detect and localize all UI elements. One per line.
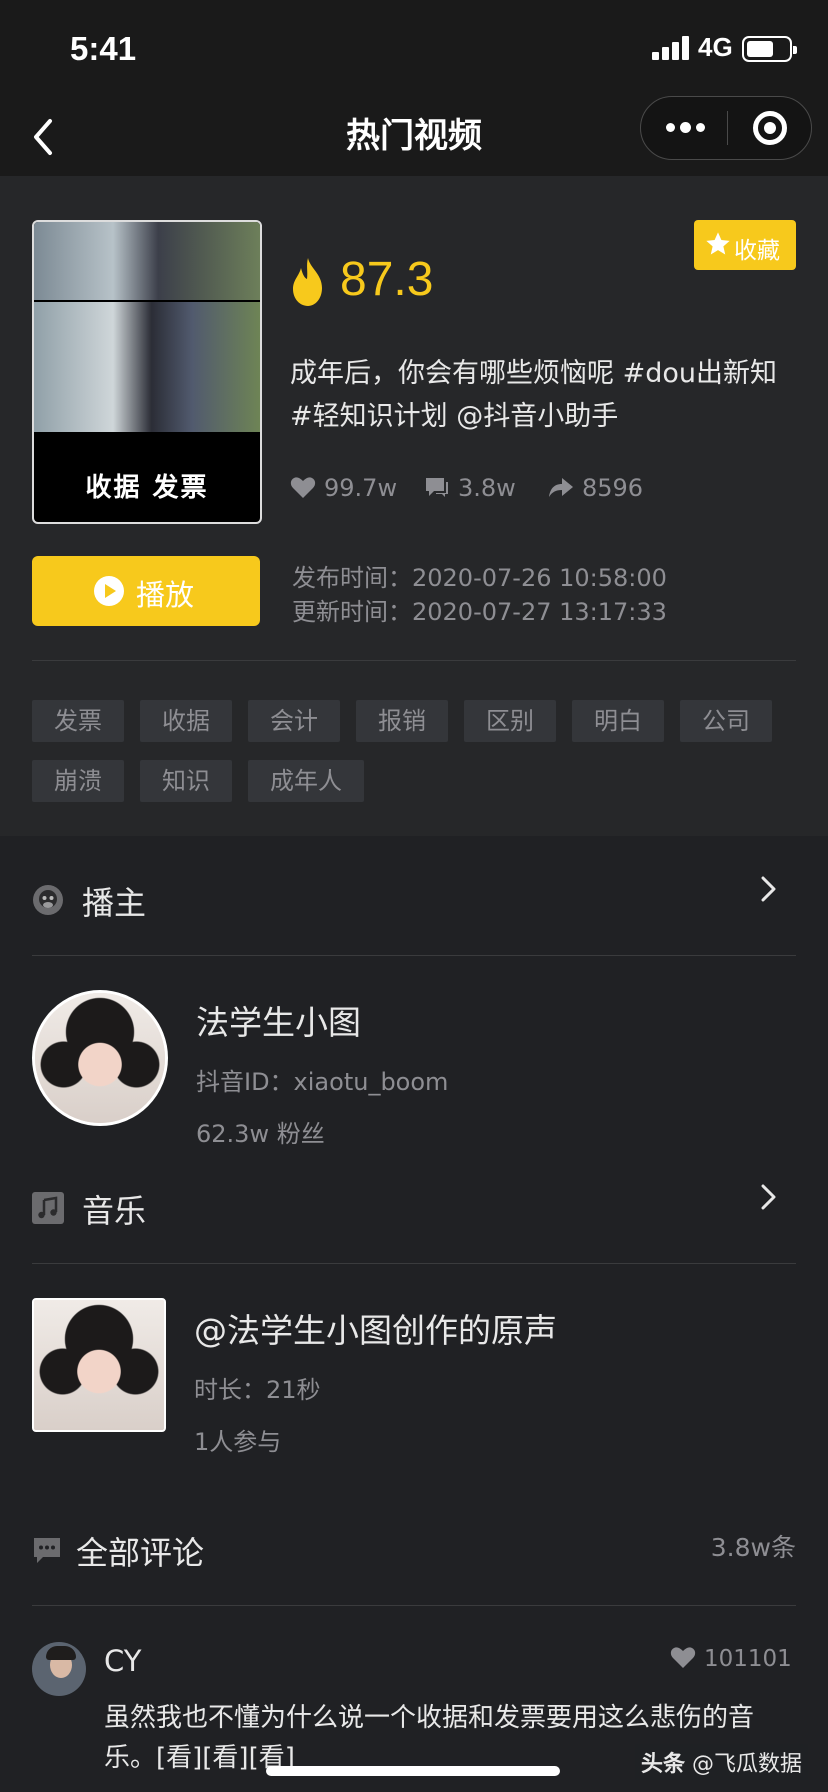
comments-total: 3.8w条 xyxy=(710,1533,796,1562)
tag[interactable]: 区别 xyxy=(464,700,556,742)
tag[interactable]: 明白 xyxy=(572,700,664,742)
heat-score: 87.3 xyxy=(340,253,434,306)
comment-icon xyxy=(426,478,448,497)
host-avatar[interactable] xyxy=(32,990,168,1126)
comments-stat: 3.8w xyxy=(424,468,534,508)
host-name[interactable]: 法学生小图 xyxy=(196,996,361,1044)
watermark-account: @飞瓜数据 xyxy=(691,1752,802,1777)
commenter-avatar[interactable] xyxy=(32,1642,86,1696)
comment-bubble-icon xyxy=(34,1538,60,1563)
heart-icon xyxy=(290,477,316,498)
monkey-icon xyxy=(33,885,63,915)
music-duration: 时长：21秒 xyxy=(194,1376,321,1404)
chevron-right-icon[interactable] xyxy=(758,1180,780,1214)
star-icon xyxy=(706,232,730,255)
publish-time-row: 发布时间：2020-07-26 10:58:00 xyxy=(292,558,667,593)
video-thumbnail[interactable]: 收据 发票 xyxy=(32,220,262,524)
divider xyxy=(32,1605,796,1606)
tag[interactable]: 报销 xyxy=(356,700,448,742)
battery-icon xyxy=(742,36,797,62)
host-section-title: 播主 xyxy=(82,884,147,922)
divider xyxy=(32,1263,796,1264)
play-label: 播放 xyxy=(136,578,195,612)
play-button[interactable]: 播放 xyxy=(32,556,260,626)
music-cover[interactable] xyxy=(32,1298,166,1432)
music-participants: 1人参与 xyxy=(194,1428,282,1456)
music-section-title: 音乐 xyxy=(82,1192,147,1230)
video-card: 收据 发票 收藏 87.3 成年后，你会有哪些烦恼呢 #dou出新知 #轻知识计… xyxy=(0,176,828,836)
host-followers: 62.3w 粉丝 xyxy=(196,1120,325,1148)
likes-count: 99.7w xyxy=(324,474,398,502)
commenter-name[interactable]: CY xyxy=(104,1644,141,1678)
favorite-button[interactable]: 收藏 xyxy=(694,220,796,270)
status-bar: 5:41 4G xyxy=(0,0,828,96)
thumbnail-caption: 收据 发票 xyxy=(85,473,209,503)
close-miniprogram-button[interactable] xyxy=(727,97,813,159)
update-time-row: 更新时间：2020-07-27 13:17:33 xyxy=(292,592,667,627)
mini-program-capsule xyxy=(640,96,812,160)
more-button[interactable] xyxy=(641,97,727,159)
host-douyin-id: 抖音ID：xiaotu_boom xyxy=(196,1068,449,1096)
favorite-label: 收藏 xyxy=(734,238,780,264)
fire-icon xyxy=(293,258,322,306)
tag[interactable]: 成年人 xyxy=(248,760,364,802)
signal-icon xyxy=(652,36,692,60)
music-track-name[interactable]: @法学生小图创作的原声 xyxy=(194,1304,557,1352)
chevron-right-icon[interactable] xyxy=(758,872,780,906)
share-icon xyxy=(549,478,573,497)
network-label: 4G xyxy=(698,32,733,62)
update-time: 2020-07-27 13:17:33 xyxy=(412,598,667,626)
divider xyxy=(32,955,796,956)
video-stats: 99.7w 3.8w 8596 xyxy=(290,468,800,508)
shares-stat: 8596 xyxy=(548,468,658,508)
watermark: 头条 @飞瓜数据 xyxy=(634,1744,808,1780)
update-time-label: 更新时间： xyxy=(292,598,412,626)
video-description: 成年后，你会有哪些烦恼呢 #dou出新知 #轻知识计划 @抖音小助手 xyxy=(290,358,777,432)
status-time: 5:41 xyxy=(70,30,137,67)
nav-bar: 热门视频 xyxy=(0,96,828,176)
comments-count: 3.8w xyxy=(458,474,516,502)
play-icon xyxy=(94,576,124,606)
publish-time: 2020-07-26 10:58:00 xyxy=(412,564,667,592)
watermark-source: 头条 xyxy=(640,1752,685,1777)
tag[interactable]: 崩溃 xyxy=(32,760,124,802)
music-note-icon xyxy=(32,1192,64,1224)
home-indicator[interactable] xyxy=(266,1766,560,1776)
tag[interactable]: 会计 xyxy=(248,700,340,742)
shares-count: 8596 xyxy=(582,474,644,502)
tag[interactable]: 知识 xyxy=(140,760,232,802)
tag[interactable]: 发票 xyxy=(32,700,124,742)
divider xyxy=(32,660,796,661)
comments-section-title: 全部评论 xyxy=(76,1534,205,1572)
heart-icon xyxy=(670,1647,696,1668)
tag[interactable]: 公司 xyxy=(680,700,772,742)
tag[interactable]: 收据 xyxy=(140,700,232,742)
comment-like-button[interactable]: 101101 xyxy=(670,1644,796,1676)
likes-stat: 99.7w xyxy=(290,468,400,508)
publish-time-label: 发布时间： xyxy=(292,564,412,592)
comment-like-count: 101101 xyxy=(704,1646,792,1672)
